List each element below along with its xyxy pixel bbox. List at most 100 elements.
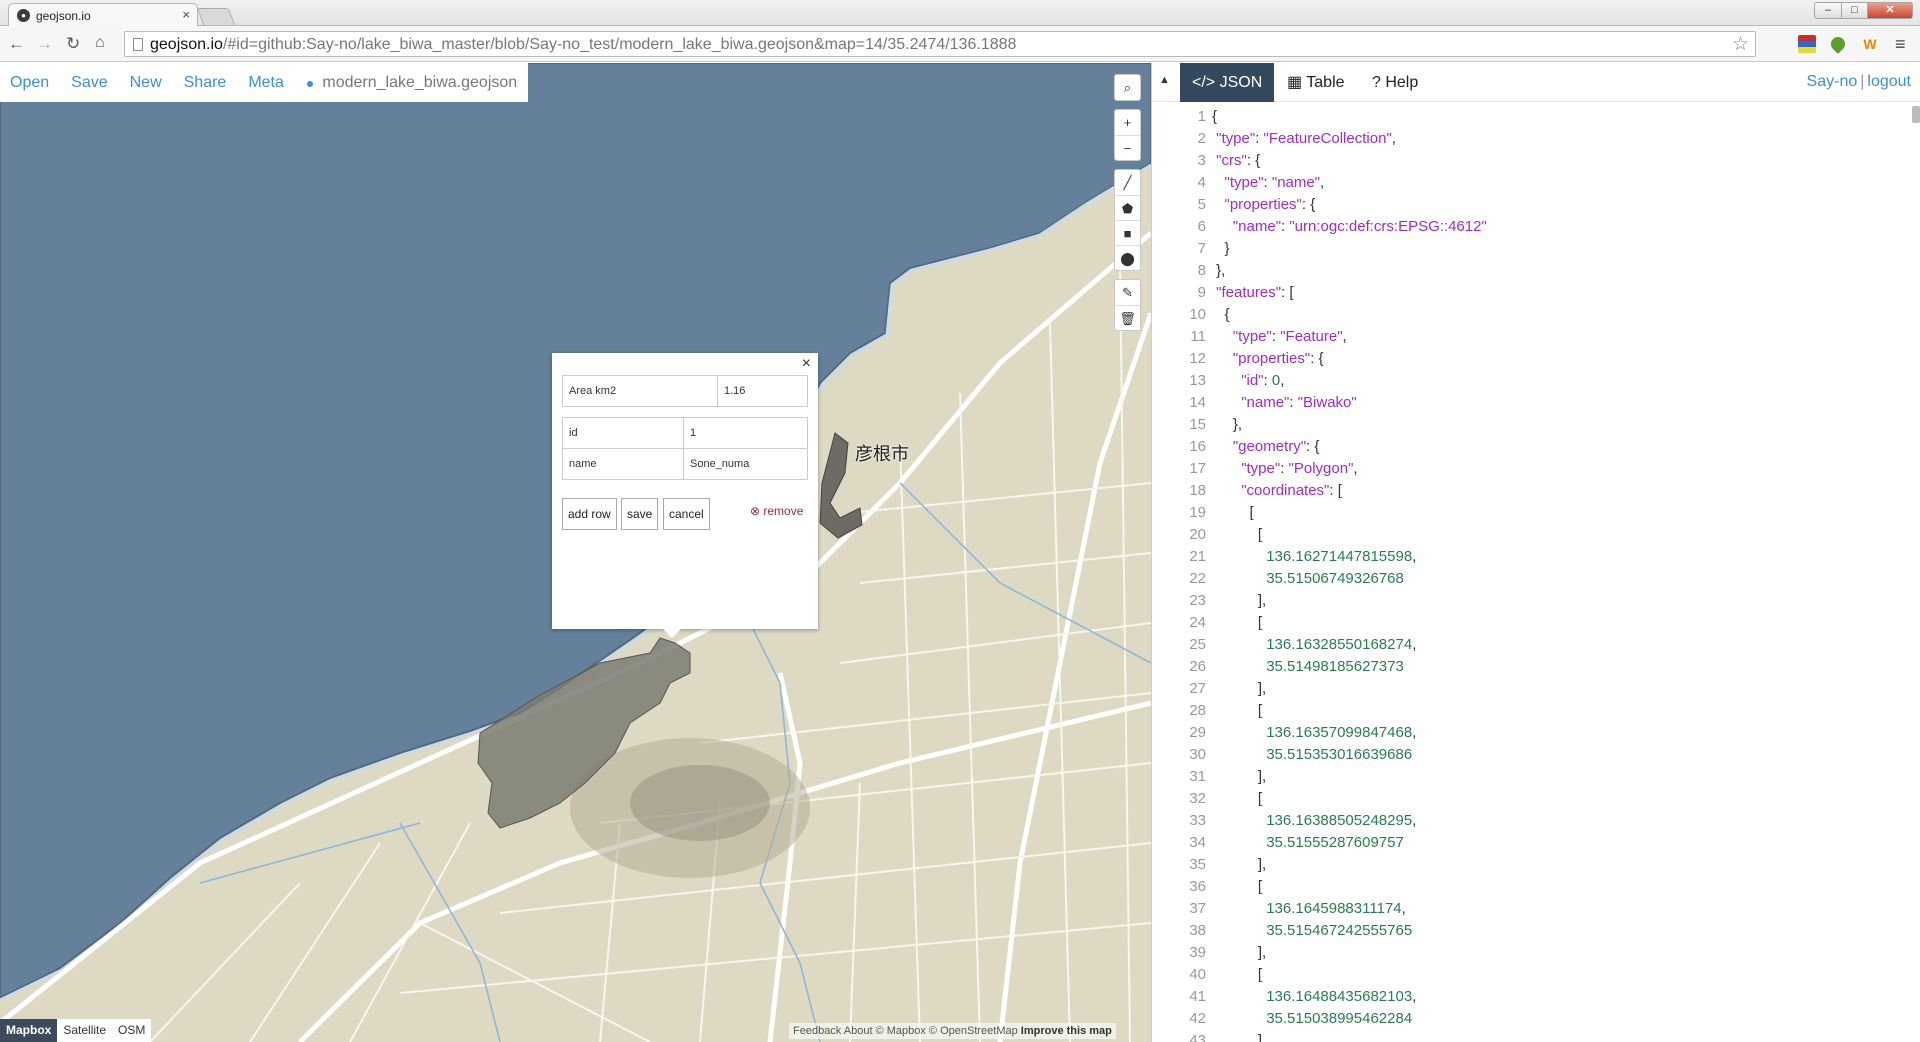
property-value-input[interactable]: 1	[683, 417, 808, 449]
code-line[interactable]: 18 "coordinates": [	[1152, 480, 1912, 502]
code-line[interactable]: 6 "name": "urn:ogc:def:crs:EPSG::4612"	[1152, 216, 1912, 238]
code-line[interactable]: 21 136.16271447815598,	[1152, 546, 1912, 568]
code-line[interactable]: 29 136.16357099847468,	[1152, 722, 1912, 744]
code-line[interactable]: 35 ],	[1152, 854, 1912, 876]
home-icon[interactable]: ⌂	[95, 34, 105, 52]
code-line[interactable]: 14 "name": "Biwako"	[1152, 392, 1912, 414]
code-line[interactable]: 19 [	[1152, 502, 1912, 524]
address-bar-url[interactable]: geojson.io/#id=github:Say-no/lake_biwa_m…	[150, 36, 1016, 54]
search-icon[interactable]: ⌕	[1115, 75, 1140, 100]
new-tab-button[interactable]	[196, 8, 236, 25]
code-line[interactable]: 38 35.515467242555765	[1152, 920, 1912, 942]
tab-close-icon[interactable]: ×	[182, 7, 190, 22]
cancel-button[interactable]: cancel	[663, 498, 710, 530]
code-line[interactable]: 7 }	[1152, 238, 1912, 260]
code-line[interactable]: 20 [	[1152, 524, 1912, 546]
forward-arrow-icon[interactable]: →	[36, 34, 53, 54]
code-line[interactable]: 27 ],	[1152, 678, 1912, 700]
save-button[interactable]: save	[621, 498, 659, 530]
code-line[interactable]: 8 },	[1152, 260, 1912, 282]
code-line[interactable]: 16 "geometry": {	[1152, 436, 1912, 458]
draw-polygon-icon[interactable]: ⬟	[1115, 195, 1140, 220]
code-line[interactable]: 2 "type": "FeatureCollection",	[1152, 128, 1912, 150]
code-line[interactable]: 4 "type": "name",	[1152, 172, 1912, 194]
edit-layers-icon[interactable]: ✎	[1115, 280, 1140, 305]
layer-osm[interactable]: OSM	[112, 1019, 151, 1042]
property-key-input[interactable]: id	[562, 417, 684, 449]
code-line[interactable]: 31 ],	[1152, 766, 1912, 788]
save-menu[interactable]: Save	[71, 74, 107, 92]
code-line[interactable]: 22 35.51506749326768	[1152, 568, 1912, 590]
property-value-input[interactable]: Sone_numa	[683, 448, 808, 480]
json-code-editor[interactable]: 1{2 "type": "FeatureCollection", 3 "crs":…	[1152, 102, 1920, 1042]
code-line[interactable]: 12 "properties": {	[1152, 348, 1912, 370]
code-line[interactable]: 15 },	[1152, 414, 1912, 436]
code-line[interactable]: 26 35.51498185627373	[1152, 656, 1912, 678]
tab-table[interactable]: ▦ Table	[1275, 63, 1357, 102]
window-maximize-button[interactable]: □	[1841, 2, 1868, 19]
bookmark-star-icon[interactable]: ☆	[1732, 33, 1749, 56]
delete-layers-icon[interactable]: 🗑	[1115, 305, 1140, 330]
code-line[interactable]: 11 "type": "Feature",	[1152, 326, 1912, 348]
code-line[interactable]: 37 136.1645988311174,	[1152, 898, 1912, 920]
code-line[interactable]: 28 [	[1152, 700, 1912, 722]
browser-tab[interactable]: ● geojson.io ×	[8, 3, 198, 27]
code-line[interactable]: 17 "type": "Polygon",	[1152, 458, 1912, 480]
extension-pin-icon[interactable]	[1828, 34, 1848, 54]
logout-link[interactable]: logout	[1867, 73, 1911, 90]
code-line[interactable]: 10 {	[1152, 304, 1912, 326]
extension-calendar-icon[interactable]	[1798, 35, 1816, 53]
zoom-out-button[interactable]: −	[1115, 135, 1140, 160]
code-line[interactable]: 24 [	[1152, 612, 1912, 634]
code-line[interactable]: 33 136.16388505248295,	[1152, 810, 1912, 832]
window-close-button[interactable]: ✕	[1867, 2, 1913, 19]
layer-mapbox[interactable]: Mapbox	[0, 1019, 58, 1042]
add-row-button[interactable]: add row	[562, 498, 617, 530]
code-line[interactable]: 32 [	[1152, 788, 1912, 810]
code-line[interactable]: 5 "properties": {	[1152, 194, 1912, 216]
code-line[interactable]: 3 "crs": {	[1152, 150, 1912, 172]
open-menu[interactable]: Open	[10, 74, 49, 92]
code-text: "coordinates": [	[1212, 480, 1342, 502]
popup-close-icon[interactable]: ×	[802, 355, 811, 373]
code-line[interactable]: 40 [	[1152, 964, 1912, 986]
property-key-input[interactable]: name	[562, 448, 684, 480]
code-line[interactable]: 36 [	[1152, 876, 1912, 898]
file-name[interactable]: modern_lake_biwa.geojson	[322, 74, 517, 92]
address-bar[interactable]: geojson.io/#id=github:Say-no/lake_biwa_m…	[124, 31, 1756, 57]
collapse-arrow-icon[interactable]: ▲	[1159, 74, 1170, 86]
code-line[interactable]: 25 136.16328550168274,	[1152, 634, 1912, 656]
draw-marker-icon[interactable]: ⬤	[1115, 245, 1140, 270]
layer-satellite[interactable]: Satellite	[57, 1019, 112, 1042]
code-line[interactable]: 34 35.51555287609757	[1152, 832, 1912, 854]
tab-json[interactable]: </> JSON	[1180, 63, 1275, 102]
code-line[interactable]: 1{	[1152, 106, 1912, 128]
code-line[interactable]: 39 ],	[1152, 942, 1912, 964]
remove-feature-button[interactable]: ⊗ remove	[750, 504, 803, 518]
username-link[interactable]: Say-no	[1807, 73, 1858, 90]
editor-scrollbar[interactable]	[1912, 106, 1920, 123]
map-view[interactable]: 彦根市 Open Save New Share Meta ● modern_la…	[0, 63, 1151, 1042]
meta-menu[interactable]: Meta	[248, 74, 284, 92]
improve-map-link[interactable]: Improve this map	[1021, 1025, 1112, 1037]
new-menu[interactable]: New	[130, 74, 162, 92]
attribution-text[interactable]: Feedback About © Mapbox © OpenStreetMap	[793, 1025, 1018, 1037]
extension-w-icon[interactable]: W	[1861, 35, 1879, 53]
share-menu[interactable]: Share	[184, 74, 227, 92]
draw-rectangle-icon[interactable]: ■	[1115, 220, 1140, 245]
code-line[interactable]: 30 35.515353016639686	[1152, 744, 1912, 766]
window-minimize-button[interactable]: –	[1814, 2, 1842, 19]
tab-help[interactable]: ? Help	[1360, 63, 1430, 102]
draw-line-icon[interactable]: ╱	[1115, 170, 1140, 195]
reload-icon[interactable]: ↻	[66, 34, 80, 54]
code-line[interactable]: 23 ],	[1152, 590, 1912, 612]
code-line[interactable]: 13 "id": 0,	[1152, 370, 1912, 392]
code-line[interactable]: 43 ]	[1152, 1030, 1912, 1042]
code-line[interactable]: 42 35.515038995462284	[1152, 1008, 1912, 1030]
zoom-in-button[interactable]: +	[1115, 110, 1140, 135]
browser-menu-icon[interactable]: ≡	[1895, 34, 1906, 55]
back-arrow-icon[interactable]: ←	[8, 34, 25, 54]
code-line[interactable]: 9 "features": [	[1152, 282, 1912, 304]
code-line[interactable]: 41 136.16488435682103,	[1152, 986, 1912, 1008]
